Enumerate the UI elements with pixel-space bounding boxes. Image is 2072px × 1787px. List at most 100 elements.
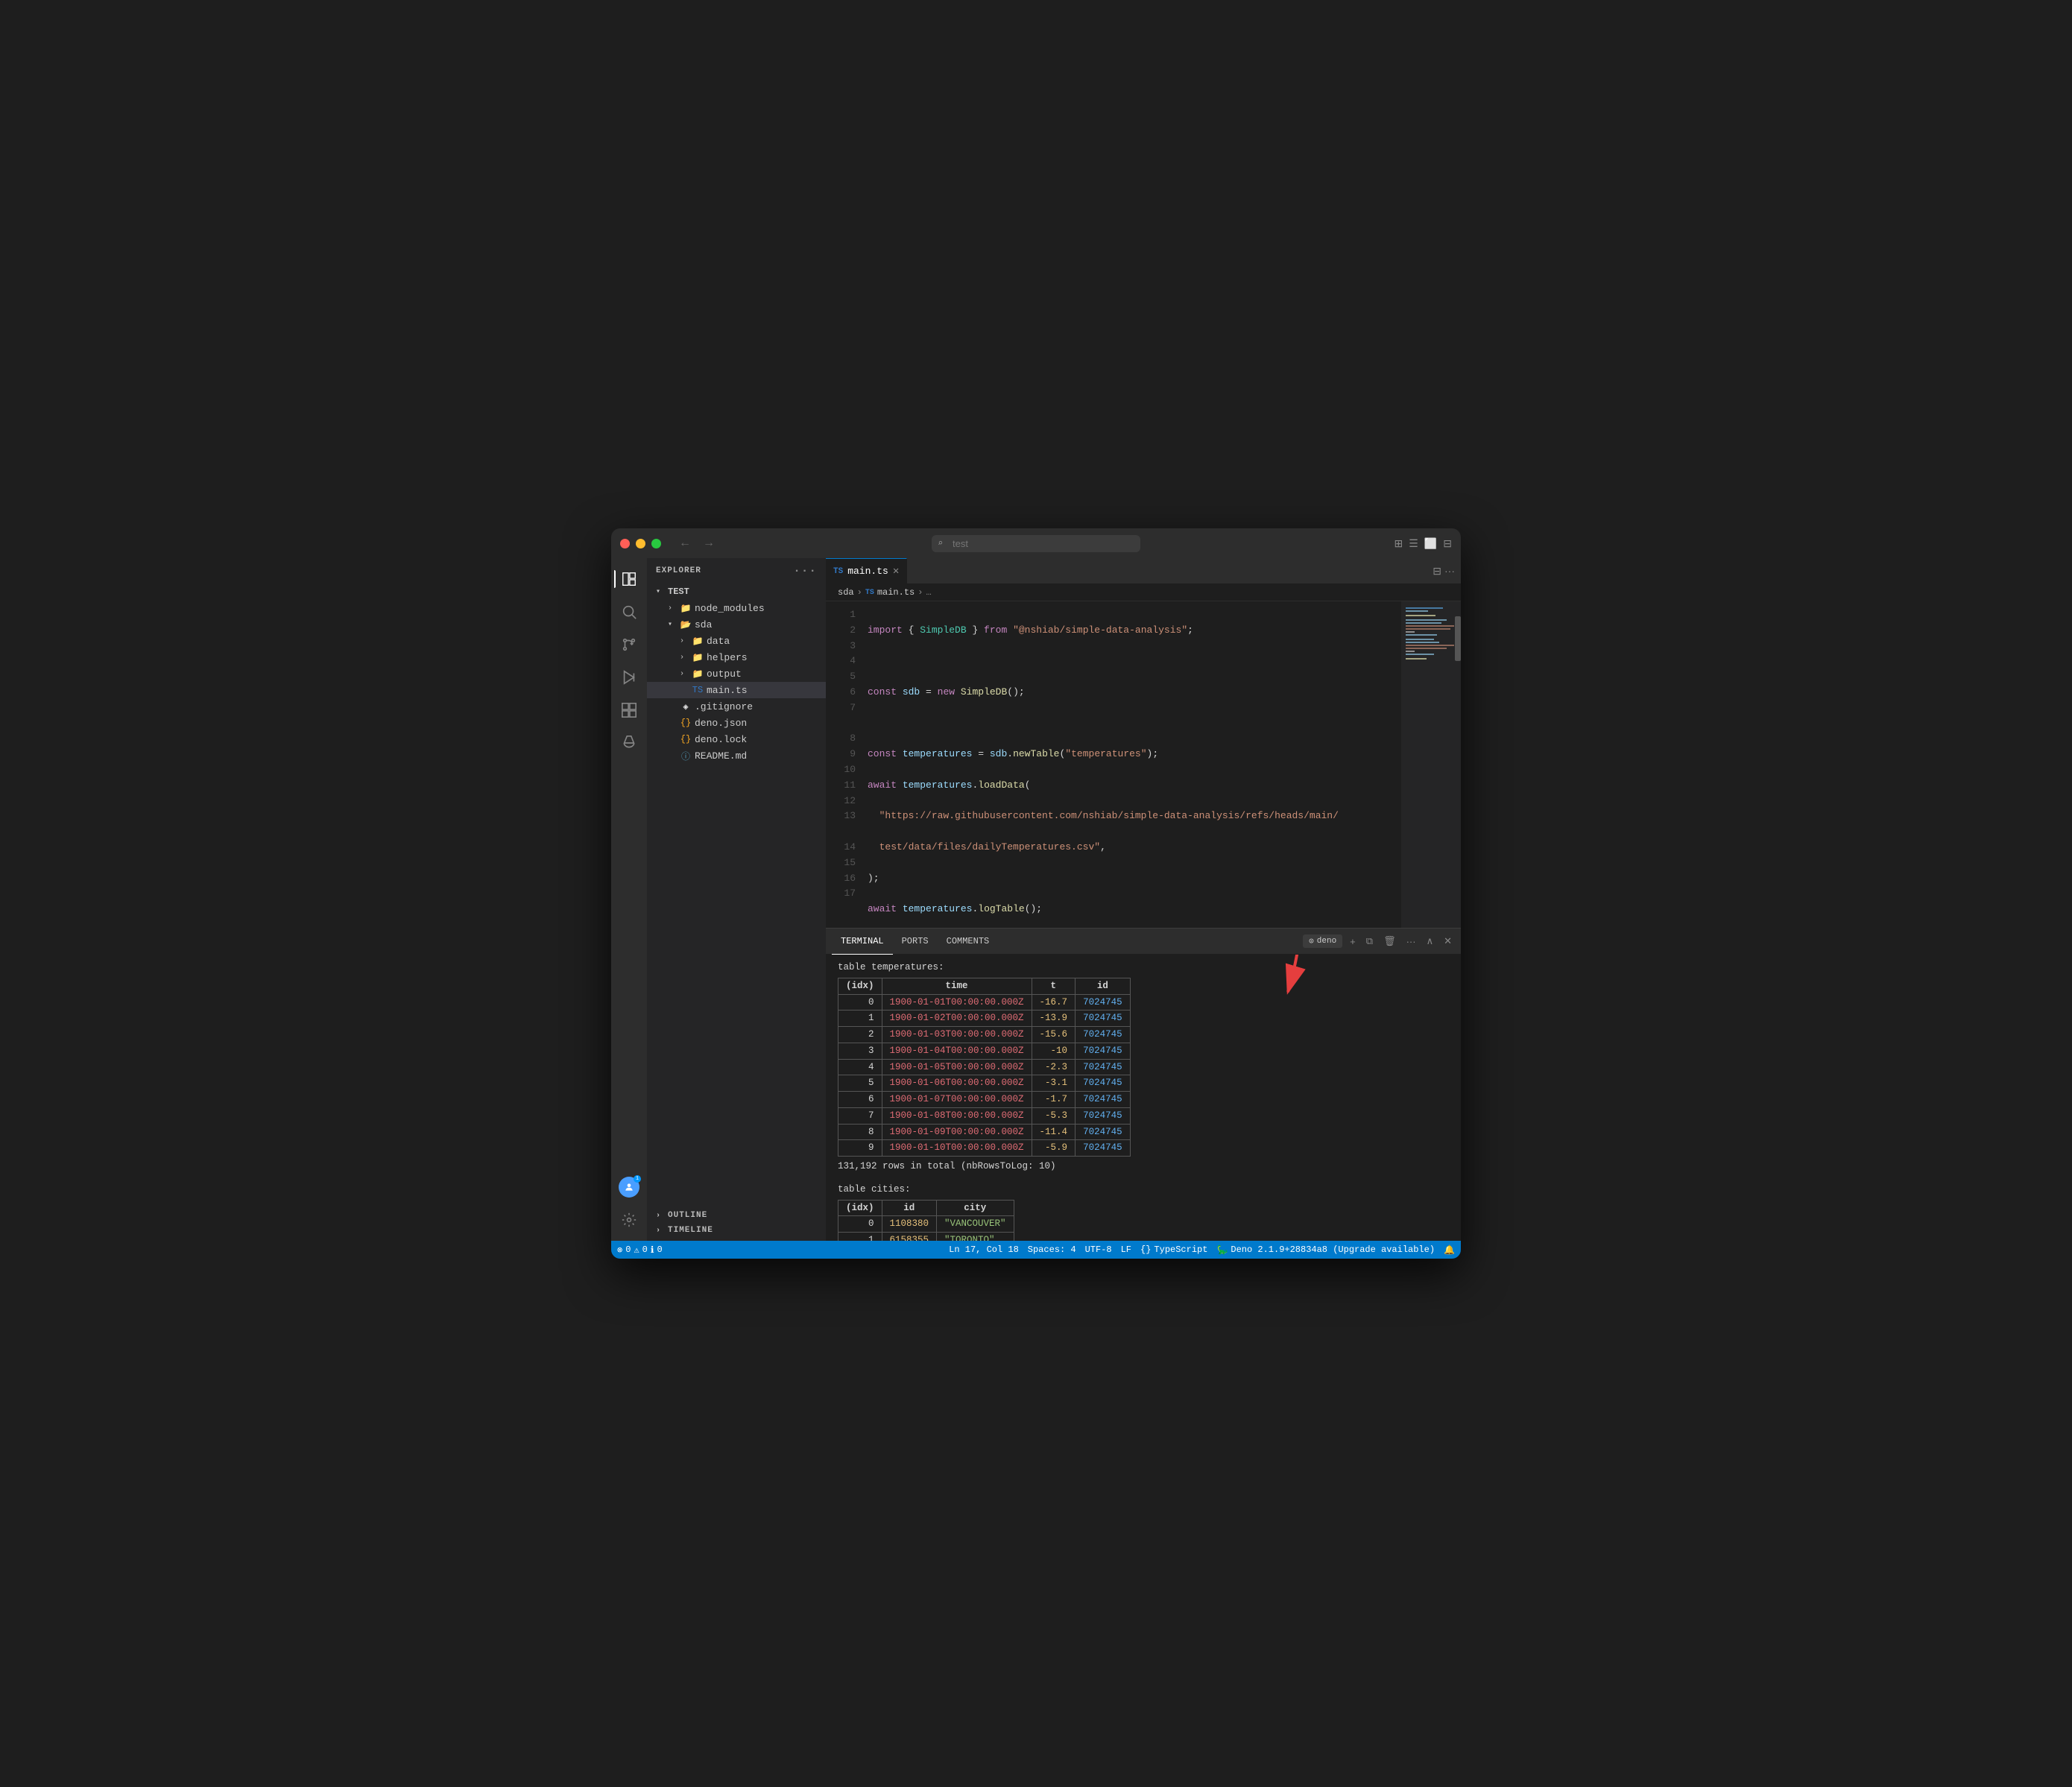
back-button[interactable]: ←	[676, 534, 694, 553]
table-row: 41900-01-05T00:00:00.000Z-2.37024745	[838, 1059, 1131, 1075]
table-row: 21900-01-03T00:00:00.000Z-15.67024745	[838, 1027, 1131, 1043]
deno-version-indicator[interactable]: 🦕 Deno 2.1.9+28834a8 (Upgrade available)	[1216, 1244, 1435, 1256]
split-terminal-button[interactable]: ⧉	[1363, 934, 1376, 949]
activity-source-control[interactable]	[614, 630, 644, 660]
root-label: TEST	[668, 586, 689, 597]
terminal-collapse-button[interactable]: ∧	[1424, 934, 1437, 949]
search-input[interactable]	[932, 535, 1140, 552]
trash-terminal-button[interactable]: 🗑	[1380, 934, 1399, 949]
timeline-section[interactable]: › TIMELINE	[647, 1223, 826, 1238]
layout-button[interactable]: ⊞	[1395, 537, 1403, 550]
activity-account[interactable]: 1	[614, 1172, 644, 1202]
col-idx: (idx)	[838, 978, 882, 994]
sidebar-item-deno-lock[interactable]: {} deno.lock	[647, 731, 826, 747]
terminal-more-button[interactable]: ···	[1403, 934, 1419, 949]
code-content[interactable]: import { SimpleDB } from "@nshiab/simple…	[862, 601, 1401, 928]
activity-bottom: 1	[614, 1172, 644, 1235]
sidebar-item-sda[interactable]: ▾ 📂 sda	[647, 616, 826, 633]
tree-arrow: ▾	[656, 587, 668, 596]
sidebar-footer: › OUTLINE › TIMELINE	[647, 1205, 826, 1241]
deno-status-icon: 🦕	[1216, 1244, 1228, 1256]
minimap	[1401, 601, 1461, 928]
sidebar-more-button[interactable]: ···	[793, 564, 817, 578]
tab-label: main.ts	[847, 566, 888, 577]
language-indicator[interactable]: {} TypeScript	[1140, 1244, 1207, 1255]
sidebar-item-deno-json[interactable]: {} deno.json	[647, 715, 826, 731]
terminal-panel: TERMINAL PORTS COMMENTS ⊙ deno + ⧉ 🗑 ···	[826, 928, 1461, 1241]
sidebar-item-main-ts[interactable]: TS main.ts	[647, 682, 826, 698]
deno-version-label: Deno 2.1.9+28834a8 (Upgrade available)	[1231, 1244, 1435, 1255]
activity-run[interactable]	[614, 662, 644, 692]
split-editor-button[interactable]: ⊟	[1433, 565, 1441, 578]
notification-bell[interactable]: 🔔	[1444, 1244, 1455, 1256]
line-numbers: 1 2 3 4 5 6 7 8 9 10 11 12 13	[826, 601, 862, 928]
minimap-svg	[1404, 604, 1458, 753]
file-tree: ▾ TEST › 📁 node_modules ▾ 📂 sda	[647, 583, 826, 1205]
readme-label: README.md	[695, 750, 747, 762]
table-header-row: (idx) time t id	[838, 978, 1131, 994]
tab-comments[interactable]: COMMENTS	[938, 929, 999, 955]
terminal-close-button[interactable]: ✕	[1441, 934, 1455, 949]
sidebar-item-data[interactable]: › 📁 data	[647, 633, 826, 649]
editor-area: TS main.ts ✕ ⊟ ··· sda › TS main.ts › …	[826, 558, 1461, 1241]
sidebar-toggle[interactable]: ☰	[1409, 537, 1418, 550]
search-bar[interactable]: ⌕	[932, 535, 1140, 552]
sidebar-item-node-modules[interactable]: › 📁 node_modules	[647, 600, 826, 616]
panel-toggle[interactable]: ⬜	[1424, 537, 1437, 550]
nav-buttons: ← →	[676, 534, 718, 553]
gitignore-label: .gitignore	[695, 701, 753, 712]
tree-root[interactable]: ▾ TEST	[647, 583, 826, 600]
more-actions-button[interactable]: ···	[1444, 565, 1455, 578]
sidebar-header: Explorer ···	[647, 558, 826, 583]
eol-indicator[interactable]: LF	[1121, 1244, 1131, 1255]
activity-bar: 1	[611, 558, 647, 1241]
terminal-content[interactable]: table temperatures: (idx) time t id	[826, 955, 1461, 1241]
sidebar-item-output[interactable]: › 📁 output	[647, 665, 826, 682]
tree-arrow: ›	[680, 670, 692, 678]
activity-settings[interactable]	[614, 1205, 644, 1235]
outline-arrow: ›	[656, 1212, 668, 1220]
encoding-indicator[interactable]: UTF-8	[1085, 1244, 1112, 1255]
code-editor[interactable]: 1 2 3 4 5 6 7 8 9 10 11 12 13	[826, 601, 1461, 928]
outline-section[interactable]: › OUTLINE	[647, 1208, 826, 1223]
bell-icon: 🔔	[1444, 1244, 1455, 1256]
sidebar-item-readme[interactable]: ⓘ README.md	[647, 747, 826, 764]
info-label: 0	[657, 1244, 662, 1255]
tab-ports[interactable]: PORTS	[893, 929, 938, 955]
table-row: 51900-01-06T00:00:00.000Z-3.17024745	[838, 1075, 1131, 1092]
spaces-indicator[interactable]: Spaces: 4	[1028, 1244, 1076, 1255]
sidebar-item-helpers[interactable]: › 📁 helpers	[647, 649, 826, 665]
forward-button[interactable]: →	[700, 534, 718, 553]
errors-label: 0	[625, 1244, 631, 1255]
maximize-button[interactable]	[651, 539, 661, 548]
new-terminal-button[interactable]: +	[1347, 934, 1359, 949]
activity-explorer[interactable]	[614, 564, 644, 594]
braces-icon: {}	[1140, 1244, 1151, 1255]
tab-main-ts[interactable]: TS main.ts ✕	[826, 558, 907, 584]
breadcrumb-more[interactable]: …	[926, 587, 931, 598]
activity-extensions[interactable]	[614, 695, 644, 725]
breadcrumb-file[interactable]: main.ts	[877, 587, 915, 598]
language-label: TypeScript	[1154, 1244, 1207, 1255]
minimize-button[interactable]	[636, 539, 645, 548]
remote-indicator[interactable]: ⊗ 0 ⚠ 0 ℹ 0	[617, 1244, 663, 1256]
more-button[interactable]: ⊟	[1443, 537, 1452, 550]
activity-test[interactable]	[614, 728, 644, 758]
traffic-lights	[620, 539, 661, 548]
sidebar-item-gitignore[interactable]: ◈ .gitignore	[647, 698, 826, 715]
titlebar-actions: ⊞ ☰ ⬜ ⊟	[1395, 537, 1452, 550]
activity-search[interactable]	[614, 597, 644, 627]
table-row: 11900-01-02T00:00:00.000Z-13.97024745	[838, 1010, 1131, 1027]
tab-close-button[interactable]: ✕	[893, 565, 899, 578]
close-button[interactable]	[620, 539, 630, 548]
tab-terminal[interactable]: TERMINAL	[832, 929, 893, 955]
breadcrumb-sda[interactable]: sda	[838, 587, 854, 598]
outline-label: OUTLINE	[668, 1211, 707, 1220]
line-col-indicator[interactable]: Ln 17, Col 18	[949, 1244, 1019, 1255]
code-terminal-split: 1 2 3 4 5 6 7 8 9 10 11 12 13	[826, 601, 1461, 1241]
ts-file-icon: TS	[692, 684, 704, 696]
deno-badge: ⊙ deno	[1303, 934, 1342, 948]
folder-open-icon: 📂	[680, 619, 692, 630]
eol-label: LF	[1121, 1244, 1131, 1255]
helpers-label: helpers	[707, 652, 748, 663]
